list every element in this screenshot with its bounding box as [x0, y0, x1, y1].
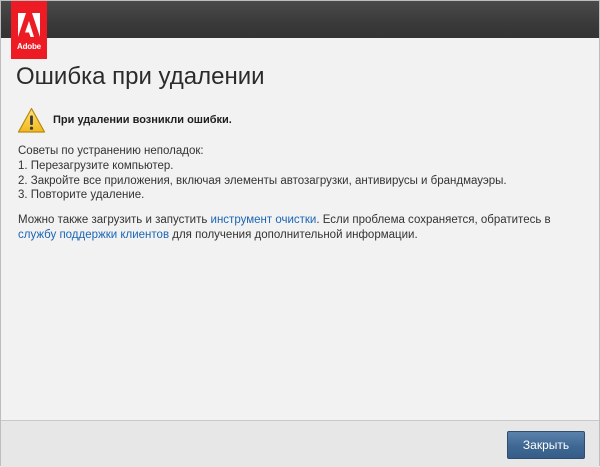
warning-banner: При удалении возникли ошибки.	[17, 106, 232, 134]
warning-triangle-icon	[17, 107, 46, 133]
tip-item: 1. Перезагрузите компьютер.	[18, 159, 174, 172]
info-text: для получения дополнительной информации.	[169, 228, 418, 241]
tip-item: 2. Закройте все приложения, включая элем…	[18, 174, 507, 187]
logo-text: Adobe	[17, 42, 41, 51]
customer-support-link[interactable]: службу поддержки клиентов	[18, 229, 169, 241]
tips-heading: Советы по устранению неполадок:	[18, 145, 204, 157]
troubleshooting-tips: Советы по устранению неполадок: 1. Перез…	[18, 144, 507, 203]
cleanup-tool-link[interactable]: инструмент очистки	[211, 214, 317, 226]
adobe-a-icon	[18, 13, 40, 37]
warning-message: При удалении возникли ошибки.	[53, 114, 232, 126]
dialog-title: Ошибка при удалении	[16, 63, 265, 90]
header-bar	[1, 1, 599, 38]
installer-error-window: Adobe Ошибка при удалении При удалении в…	[0, 0, 600, 467]
info-text: Можно также загрузить и запустить	[18, 214, 211, 226]
footer-bar: Закрыть	[1, 420, 599, 467]
close-button[interactable]: Закрыть	[507, 431, 585, 459]
additional-help-text: Можно также загрузить и запустить инстру…	[18, 213, 578, 243]
tip-item: 3. Повторите удаление.	[18, 189, 145, 202]
info-text: . Если проблема сохраняется, обратитесь …	[316, 214, 551, 226]
adobe-logo: Adobe	[11, 1, 47, 59]
